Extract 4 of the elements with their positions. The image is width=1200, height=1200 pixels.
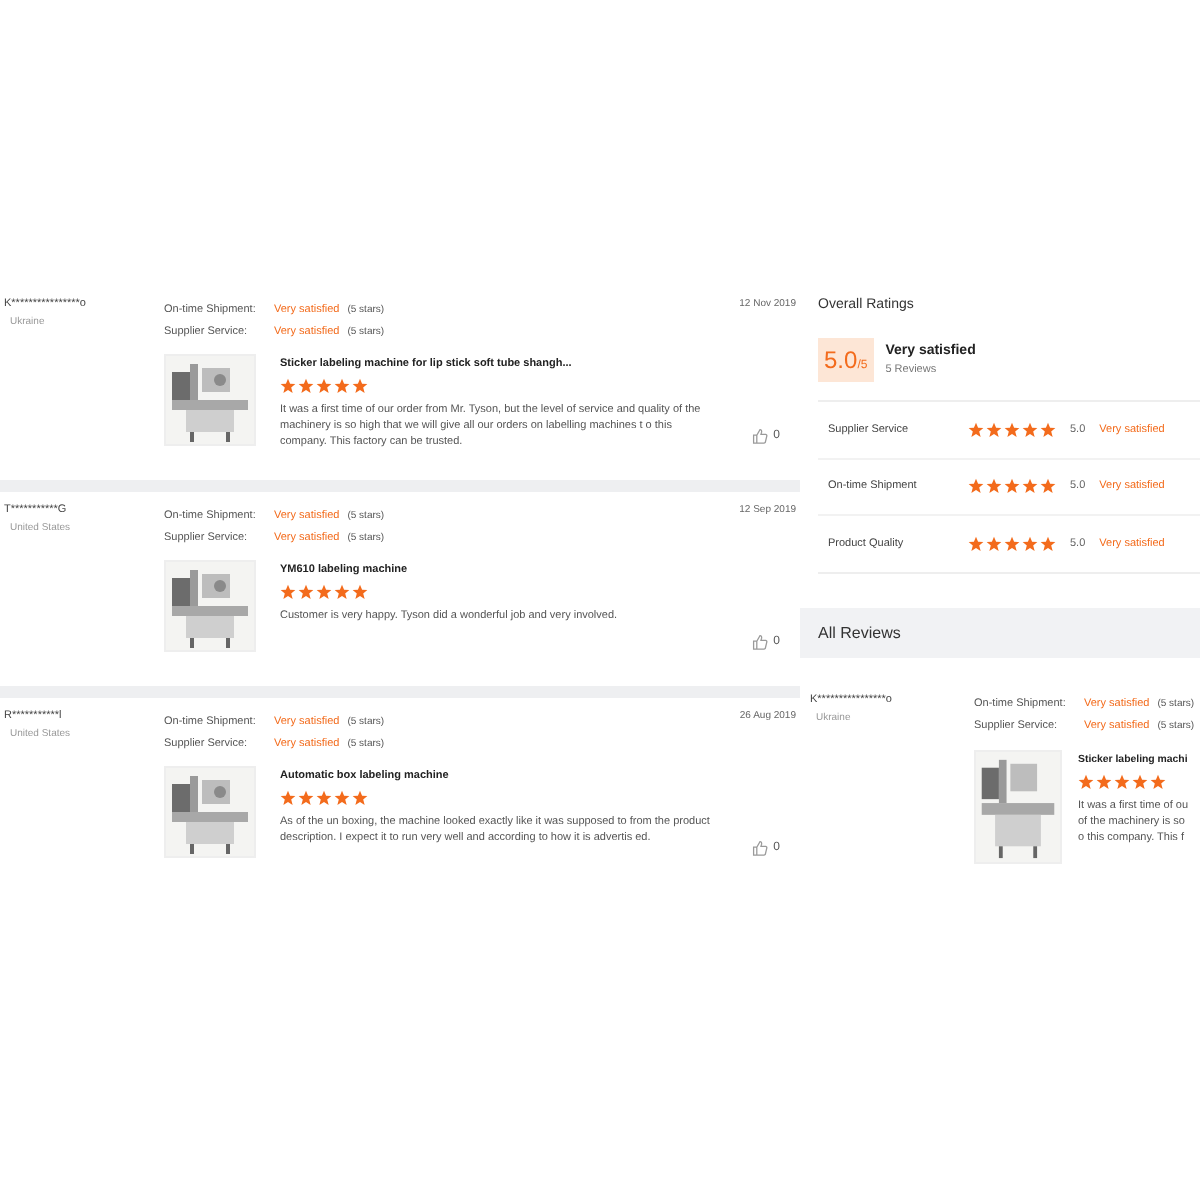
section-header: All Reviews (800, 607, 1200, 657)
thumbs-up-icon[interactable] (751, 634, 768, 650)
thumbs-up-icon[interactable] (751, 840, 768, 856)
thumbs-up-icon[interactable] (751, 428, 768, 444)
